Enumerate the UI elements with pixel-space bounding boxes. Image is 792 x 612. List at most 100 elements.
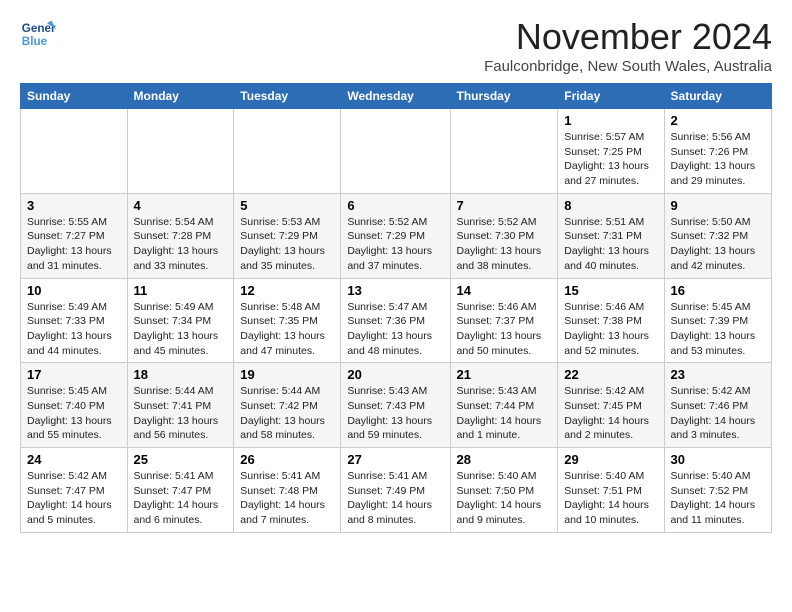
day-info: Sunrise: 5:41 AM Sunset: 7:49 PM Dayligh… <box>347 469 443 528</box>
title-block: November 2024 Faulconbridge, New South W… <box>484 16 772 75</box>
day-header: Saturday <box>664 84 771 109</box>
day-info: Sunrise: 5:46 AM Sunset: 7:37 PM Dayligh… <box>457 300 552 359</box>
day-number: 25 <box>134 452 228 467</box>
day-info: Sunrise: 5:42 AM Sunset: 7:47 PM Dayligh… <box>27 469 121 528</box>
day-info: Sunrise: 5:48 AM Sunset: 7:35 PM Dayligh… <box>240 300 334 359</box>
logo: General Blue <box>20 16 56 52</box>
calendar-cell: 4Sunrise: 5:54 AM Sunset: 7:28 PM Daylig… <box>127 193 234 278</box>
day-number: 30 <box>671 452 765 467</box>
day-info: Sunrise: 5:49 AM Sunset: 7:34 PM Dayligh… <box>134 300 228 359</box>
day-number: 20 <box>347 367 443 382</box>
day-info: Sunrise: 5:43 AM Sunset: 7:43 PM Dayligh… <box>347 384 443 443</box>
calendar-week-row: 3Sunrise: 5:55 AM Sunset: 7:27 PM Daylig… <box>21 193 772 278</box>
day-info: Sunrise: 5:44 AM Sunset: 7:41 PM Dayligh… <box>134 384 228 443</box>
day-info: Sunrise: 5:42 AM Sunset: 7:46 PM Dayligh… <box>671 384 765 443</box>
calendar-cell: 8 Sunrise: 5:51 AM Sunset: 7:31 PM Daylig… <box>558 193 664 278</box>
calendar-cell: 20 Sunrise: 5:43 AM Sunset: 7:43 PM Dayli… <box>341 363 450 448</box>
calendar-cell <box>450 109 558 194</box>
day-number: 9 <box>671 198 765 213</box>
day-number: 22 <box>564 367 657 382</box>
calendar-cell: 15 Sunrise: 5:46 AM Sunset: 7:38 PM Dayli… <box>558 278 664 363</box>
calendar-cell: 7 Sunrise: 5:52 AM Sunset: 7:30 PM Daylig… <box>450 193 558 278</box>
day-number: 10 <box>27 283 121 298</box>
day-info: Sunrise: 5:45 AM Sunset: 7:40 PM Dayligh… <box>27 384 121 443</box>
day-number: 19 <box>240 367 334 382</box>
day-number: 7 <box>457 198 552 213</box>
day-info: Sunrise: 5:45 AM Sunset: 7:39 PM Dayligh… <box>671 300 765 359</box>
day-number: 15 <box>564 283 657 298</box>
calendar-cell: 14 Sunrise: 5:46 AM Sunset: 7:37 PM Dayli… <box>450 278 558 363</box>
calendar-cell: 11 Sunrise: 5:49 AM Sunset: 7:34 PM Dayli… <box>127 278 234 363</box>
calendar-cell: 16Sunrise: 5:45 AM Sunset: 7:39 PM Dayli… <box>664 278 771 363</box>
calendar-cell: 26 Sunrise: 5:41 AM Sunset: 7:48 PM Dayli… <box>234 448 341 533</box>
day-info: Sunrise: 5:52 AM Sunset: 7:30 PM Dayligh… <box>457 215 552 274</box>
day-number: 26 <box>240 452 334 467</box>
calendar-cell: 13 Sunrise: 5:47 AM Sunset: 7:36 PM Dayli… <box>341 278 450 363</box>
calendar-cell: 27 Sunrise: 5:41 AM Sunset: 7:49 PM Dayli… <box>341 448 450 533</box>
calendar-cell <box>341 109 450 194</box>
calendar-cell <box>127 109 234 194</box>
day-number: 23 <box>671 367 765 382</box>
day-info: Sunrise: 5:40 AM Sunset: 7:50 PM Dayligh… <box>457 469 552 528</box>
day-number: 14 <box>457 283 552 298</box>
day-number: 1 <box>564 113 657 128</box>
day-header: Monday <box>127 84 234 109</box>
calendar-cell: 21Sunrise: 5:43 AM Sunset: 7:44 PM Dayli… <box>450 363 558 448</box>
calendar-cell: 24Sunrise: 5:42 AM Sunset: 7:47 PM Dayli… <box>21 448 128 533</box>
day-header: Thursday <box>450 84 558 109</box>
calendar-cell: 12 Sunrise: 5:48 AM Sunset: 7:35 PM Dayli… <box>234 278 341 363</box>
day-info: Sunrise: 5:42 AM Sunset: 7:45 PM Dayligh… <box>564 384 657 443</box>
day-number: 28 <box>457 452 552 467</box>
day-number: 11 <box>134 283 228 298</box>
day-info: Sunrise: 5:47 AM Sunset: 7:36 PM Dayligh… <box>347 300 443 359</box>
calendar-cell: 2 Sunrise: 5:56 AM Sunset: 7:26 PM Daylig… <box>664 109 771 194</box>
day-number: 18 <box>134 367 228 382</box>
calendar-week-row: 17 Sunrise: 5:45 AM Sunset: 7:40 PM Dayli… <box>21 363 772 448</box>
calendar-week-row: 24Sunrise: 5:42 AM Sunset: 7:47 PM Dayli… <box>21 448 772 533</box>
day-info: Sunrise: 5:46 AM Sunset: 7:38 PM Dayligh… <box>564 300 657 359</box>
calendar-week-row: 10 Sunrise: 5:49 AM Sunset: 7:33 PM Dayli… <box>21 278 772 363</box>
day-number: 29 <box>564 452 657 467</box>
day-info: Sunrise: 5:40 AM Sunset: 7:51 PM Dayligh… <box>564 469 657 528</box>
calendar-cell <box>21 109 128 194</box>
day-info: Sunrise: 5:40 AM Sunset: 7:52 PM Dayligh… <box>671 469 765 528</box>
day-header: Sunday <box>21 84 128 109</box>
day-number: 17 <box>27 367 121 382</box>
day-info: Sunrise: 5:49 AM Sunset: 7:33 PM Dayligh… <box>27 300 121 359</box>
calendar-cell: 9 Sunrise: 5:50 AM Sunset: 7:32 PM Daylig… <box>664 193 771 278</box>
day-info: Sunrise: 5:50 AM Sunset: 7:32 PM Dayligh… <box>671 215 765 274</box>
day-number: 27 <box>347 452 443 467</box>
day-header: Wednesday <box>341 84 450 109</box>
calendar-cell: 10 Sunrise: 5:49 AM Sunset: 7:33 PM Dayli… <box>21 278 128 363</box>
calendar-cell: 25 Sunrise: 5:41 AM Sunset: 7:47 PM Dayli… <box>127 448 234 533</box>
day-number: 6 <box>347 198 443 213</box>
day-info: Sunrise: 5:41 AM Sunset: 7:48 PM Dayligh… <box>240 469 334 528</box>
calendar-cell: 18 Sunrise: 5:44 AM Sunset: 7:41 PM Dayli… <box>127 363 234 448</box>
calendar-cell: 17 Sunrise: 5:45 AM Sunset: 7:40 PM Dayli… <box>21 363 128 448</box>
month-title: November 2024 <box>484 16 772 58</box>
day-number: 8 <box>564 198 657 213</box>
calendar-cell <box>234 109 341 194</box>
calendar-cell: 30 Sunrise: 5:40 AM Sunset: 7:52 PM Dayli… <box>664 448 771 533</box>
day-info: Sunrise: 5:53 AM Sunset: 7:29 PM Dayligh… <box>240 215 334 274</box>
calendar-cell: 19 Sunrise: 5:44 AM Sunset: 7:42 PM Dayli… <box>234 363 341 448</box>
calendar-cell: 3Sunrise: 5:55 AM Sunset: 7:27 PM Daylig… <box>21 193 128 278</box>
day-info: Sunrise: 5:44 AM Sunset: 7:42 PM Dayligh… <box>240 384 334 443</box>
calendar-cell: 28 Sunrise: 5:40 AM Sunset: 7:50 PM Dayli… <box>450 448 558 533</box>
logo-icon: General Blue <box>20 16 56 52</box>
page-header: General Blue November 2024 Faulconbridge… <box>20 16 772 75</box>
location-title: Faulconbridge, New South Wales, Australi… <box>484 58 772 75</box>
calendar-cell: 5Sunrise: 5:53 AM Sunset: 7:29 PM Daylig… <box>234 193 341 278</box>
day-number: 2 <box>671 113 765 128</box>
day-header: Friday <box>558 84 664 109</box>
calendar-table: SundayMondayTuesdayWednesdayThursdayFrid… <box>20 83 772 533</box>
calendar-cell: 29 Sunrise: 5:40 AM Sunset: 7:51 PM Dayli… <box>558 448 664 533</box>
svg-text:Blue: Blue <box>22 35 48 48</box>
day-info: Sunrise: 5:41 AM Sunset: 7:47 PM Dayligh… <box>134 469 228 528</box>
calendar-cell: 6Sunrise: 5:52 AM Sunset: 7:29 PM Daylig… <box>341 193 450 278</box>
day-number: 12 <box>240 283 334 298</box>
day-info: Sunrise: 5:56 AM Sunset: 7:26 PM Dayligh… <box>671 130 765 189</box>
day-info: Sunrise: 5:51 AM Sunset: 7:31 PM Dayligh… <box>564 215 657 274</box>
day-number: 13 <box>347 283 443 298</box>
calendar-cell: 23 Sunrise: 5:42 AM Sunset: 7:46 PM Dayli… <box>664 363 771 448</box>
